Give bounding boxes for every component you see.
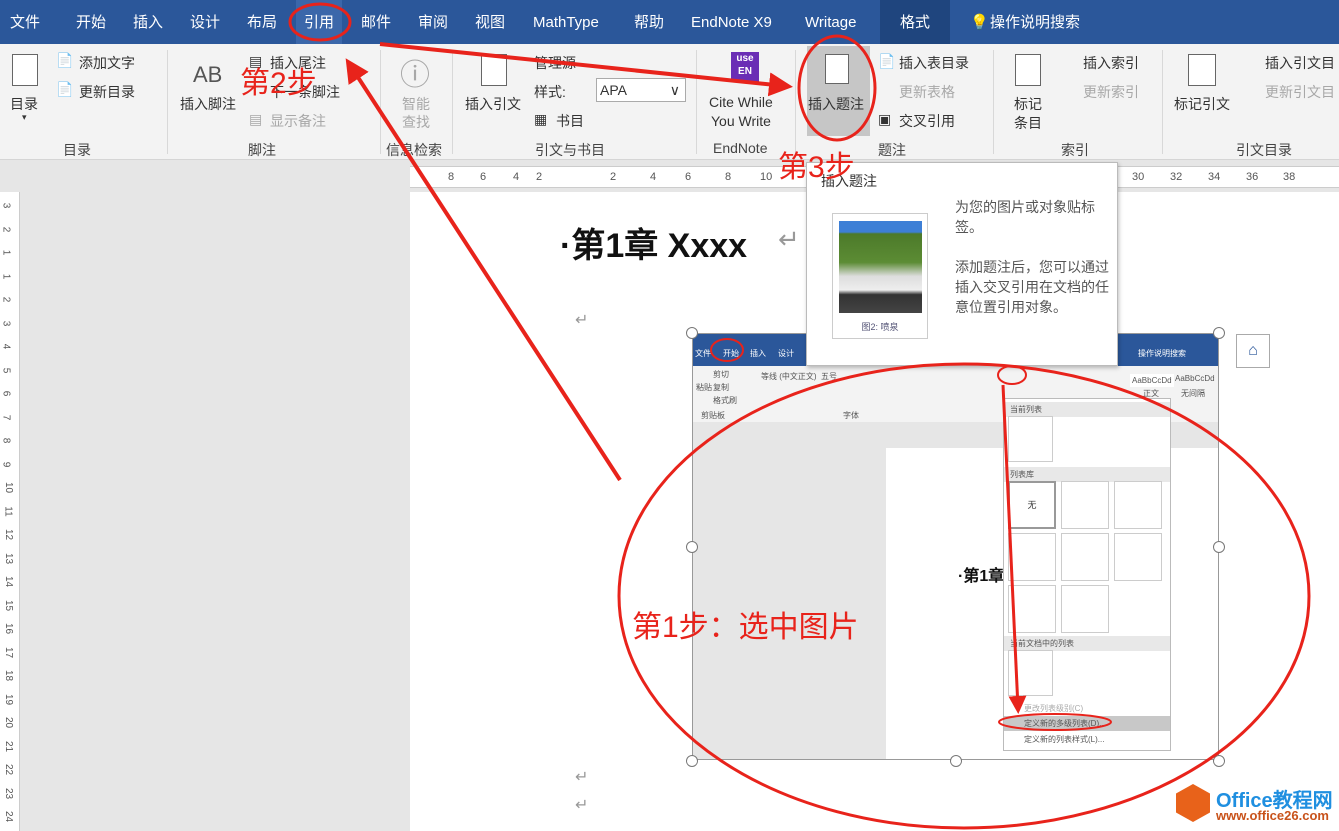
annotation-circle-inner	[998, 713, 1112, 731]
annotation-circle-inner	[997, 365, 1027, 385]
annotation-circle-inner	[710, 338, 744, 362]
annotation-arrow	[1001, 384, 1027, 714]
annotation-step3: 第3步	[778, 151, 855, 184]
annotation-arrow	[379, 42, 793, 97]
annotation-overlay	[288, 2, 1311, 830]
watermark-url: www.office26.com	[1216, 808, 1329, 823]
annotation-circle-references	[288, 2, 352, 42]
annotation-circle-caption	[797, 34, 877, 142]
annotation-arrow	[345, 58, 622, 482]
annotation-step1: 第1步：选中图片	[632, 611, 859, 644]
annotation-step2: 第2步	[240, 67, 317, 100]
annotation-circle-image	[617, 362, 1311, 830]
